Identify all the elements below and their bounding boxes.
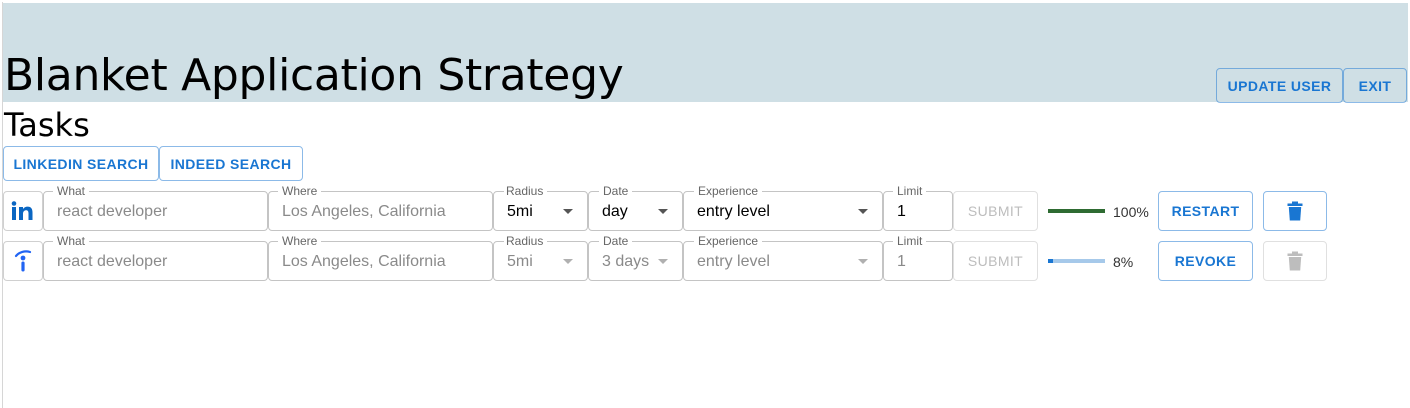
experience-select[interactable]: Experience entry level [683, 234, 883, 281]
delete-button[interactable] [1263, 241, 1327, 281]
where-input[interactable]: Where Los Angeles, California [268, 184, 493, 231]
exit-button[interactable]: EXIT [1343, 68, 1407, 103]
where-value: Los Angeles, California [282, 253, 446, 270]
radius-value: 5mi [507, 253, 533, 270]
radius-select[interactable]: Radius 5mi [493, 234, 588, 281]
revoke-button[interactable]: REVOKE [1158, 241, 1253, 281]
progress-track [1048, 209, 1105, 213]
where-value: Los Angeles, California [282, 203, 446, 220]
chevron-down-icon [858, 259, 868, 264]
experience-label: Experience [694, 234, 763, 248]
where-label: Where [278, 184, 322, 198]
submit-button[interactable]: SUBMIT [953, 191, 1038, 231]
chevron-down-icon [563, 259, 573, 264]
trash-icon [1287, 201, 1303, 221]
indeed-search-button[interactable]: INDEED SEARCH [159, 146, 303, 181]
what-input[interactable]: What react developer [43, 234, 268, 281]
limit-label: Limit [893, 184, 927, 198]
where-label: Where [278, 234, 322, 248]
limit-label: Limit [893, 234, 927, 248]
limit-value: 1 [897, 253, 906, 270]
date-value: 3 days [602, 253, 650, 270]
submit-button[interactable]: SUBMIT [953, 241, 1038, 281]
what-label: What [53, 234, 90, 248]
limit-input[interactable]: Limit 1 [883, 184, 953, 231]
limit-value: 1 [897, 203, 906, 220]
linkedin-source [3, 191, 43, 231]
progress-fill [1048, 209, 1105, 213]
date-value: day [602, 203, 628, 220]
date-label: Date [599, 234, 633, 248]
what-label: What [53, 184, 90, 198]
chevron-down-icon [563, 209, 573, 214]
chevron-down-icon [658, 259, 668, 264]
indeed-source [3, 241, 43, 281]
update-user-button[interactable]: UPDATE USER [1216, 68, 1343, 103]
experience-value: entry level [697, 253, 770, 270]
radius-label: Radius [504, 234, 548, 248]
progress-fill [1048, 259, 1053, 263]
indeed-icon [14, 250, 32, 272]
linkedin-search-button[interactable]: LINKEDIN SEARCH [3, 146, 159, 181]
experience-value: entry level [697, 203, 770, 220]
progress-percent: 100% [1113, 204, 1149, 220]
linkedin-icon [11, 201, 33, 220]
tasks-heading: Tasks [4, 106, 90, 144]
chevron-down-icon [858, 209, 868, 214]
radius-value: 5mi [507, 203, 533, 220]
restart-button[interactable]: RESTART [1158, 191, 1253, 231]
where-input[interactable]: Where Los Angeles, California [268, 234, 493, 281]
experience-label: Experience [694, 184, 763, 198]
date-select[interactable]: Date 3 days [588, 234, 683, 281]
radius-label: Radius [504, 184, 548, 198]
progress-percent: 8% [1113, 254, 1134, 270]
what-value: react developer [57, 203, 168, 220]
delete-button[interactable] [1263, 191, 1327, 231]
chevron-down-icon [658, 209, 668, 214]
what-input[interactable]: What react developer [43, 184, 268, 231]
date-select[interactable]: Date day [588, 184, 683, 231]
limit-input[interactable]: Limit 1 [883, 234, 953, 281]
progress-track [1048, 259, 1105, 263]
radius-select[interactable]: Radius 5mi [493, 184, 588, 231]
experience-select[interactable]: Experience entry level [683, 184, 883, 231]
date-label: Date [599, 184, 633, 198]
trash-icon [1287, 251, 1303, 271]
what-value: react developer [57, 253, 168, 270]
page-title: Blanket Application Strategy [4, 50, 624, 101]
